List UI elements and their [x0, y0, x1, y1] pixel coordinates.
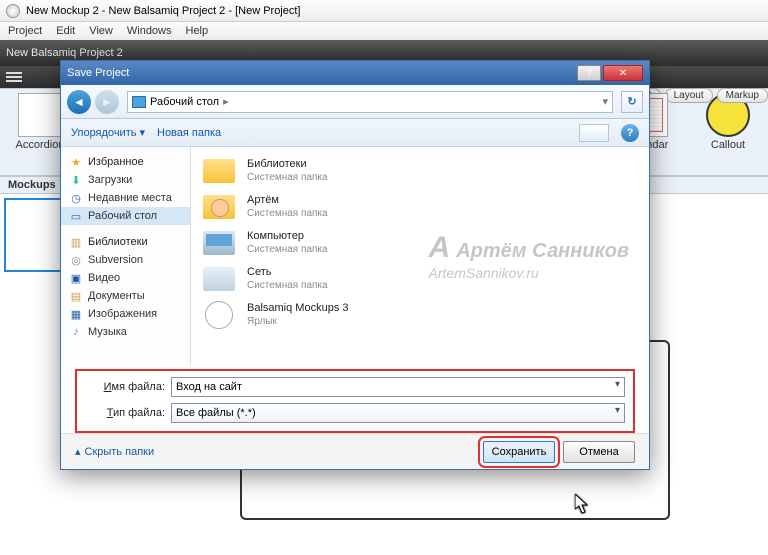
gallery-accordion-label: Accordion [16, 139, 65, 151]
menu-view[interactable]: View [89, 25, 113, 37]
breadcrumb[interactable]: Рабочий стол ▸ ▾ [127, 91, 613, 113]
file-item-computer[interactable]: КомпьютерСистемная папка [201, 225, 639, 261]
refresh-button[interactable]: ↻ [621, 91, 643, 113]
dialog-navbar: ◄ ► Рабочий стол ▸ ▾ ↻ [61, 85, 649, 119]
menu-edit[interactable]: Edit [56, 25, 75, 37]
filetype-label: Тип файла: [85, 407, 165, 419]
sidebar-item-desktop[interactable]: ▭Рабочий стол [61, 207, 190, 225]
library-icon: ▥ [69, 235, 83, 249]
menu-help[interactable]: Help [186, 25, 209, 37]
menu-project[interactable]: Project [8, 25, 42, 37]
app-titlebar: New Mockup 2 - New Balsamiq Project 2 - … [0, 0, 768, 22]
shortcut-icon [205, 301, 233, 329]
file-list[interactable]: БиблиотекиСистемная папка АртёмСистемная… [191, 147, 649, 365]
images-icon: ▦ [69, 307, 83, 321]
sidebar-libraries[interactable]: ▥Библиотеки [61, 233, 190, 251]
recent-icon: ◷ [69, 191, 83, 205]
music-icon: ♪ [69, 325, 83, 339]
save-dialog: Save Project ? ✕ ◄ ► Рабочий стол ▸ ▾ ↻ … [60, 60, 650, 470]
sidebar-item-recent[interactable]: ◷Недавние места [61, 189, 190, 207]
documents-icon: ▤ [69, 289, 83, 303]
chevron-down-icon: ▾ [139, 126, 145, 139]
sidebar: ★Избранное ⬇Загрузки ◷Недавние места ▭Ра… [61, 147, 191, 365]
ribbon-layout[interactable]: Layout [665, 88, 713, 103]
desktop-icon [132, 96, 146, 108]
filename-input[interactable] [171, 377, 625, 397]
new-folder-button[interactable]: Новая папка [157, 127, 221, 139]
cancel-button[interactable]: Отмена [563, 441, 635, 463]
close-button[interactable]: ✕ [603, 65, 643, 81]
dialog-title: Save Project [67, 67, 129, 79]
folder-icon [203, 159, 235, 183]
video-icon: ▣ [69, 271, 83, 285]
download-icon: ⬇ [69, 173, 83, 187]
hamburger-icon[interactable] [6, 72, 22, 82]
dialog-toolbar: Упорядочить ▾ Новая папка ? [61, 119, 649, 147]
sidebar-item-documents[interactable]: ▤Документы [61, 287, 190, 305]
computer-icon [203, 231, 235, 255]
dialog-footer: ▴Скрыть папки Сохранить Отмена [61, 433, 649, 469]
file-item-libraries[interactable]: БиблиотекиСистемная папка [201, 153, 639, 189]
desktop-icon: ▭ [69, 209, 83, 223]
breadcrumb-desktop[interactable]: Рабочий стол [150, 96, 219, 108]
accordion-icon [18, 93, 62, 137]
gallery-callout[interactable]: Callout [694, 93, 762, 175]
view-options-button[interactable] [579, 124, 609, 142]
subversion-icon: ◎ [69, 253, 83, 267]
sidebar-favorites[interactable]: ★Избранное [61, 153, 190, 171]
app-title: New Mockup 2 - New Balsamiq Project 2 - … [26, 5, 300, 17]
filetype-combo[interactable] [171, 403, 625, 423]
gallery-callout-label: Callout [711, 139, 745, 151]
file-fields: Имя файла: Тип файла: [75, 369, 635, 433]
sidebar-item-downloads[interactable]: ⬇Загрузки [61, 171, 190, 189]
save-button[interactable]: Сохранить [483, 441, 555, 463]
sidebar-item-images[interactable]: ▦Изображения [61, 305, 190, 323]
project-tab[interactable]: New Balsamiq Project 2 [6, 47, 123, 59]
file-item-network[interactable]: СетьСистемная папка [201, 261, 639, 297]
chevron-right-icon[interactable]: ▸ [223, 95, 229, 108]
file-item-user[interactable]: АртёмСистемная папка [201, 189, 639, 225]
organize-menu[interactable]: Упорядочить ▾ [71, 126, 145, 139]
help-icon[interactable]: ? [621, 124, 639, 142]
ribbon-markup[interactable]: Markup [717, 88, 768, 103]
app-icon [6, 4, 20, 18]
star-icon: ★ [69, 155, 83, 169]
sidebar-item-music[interactable]: ♪Музыка [61, 323, 190, 341]
help-button[interactable]: ? [577, 65, 601, 81]
user-folder-icon [203, 195, 235, 219]
app-menubar[interactable]: Project Edit View Windows Help [0, 22, 768, 40]
chevron-down-icon[interactable]: ▾ [602, 95, 608, 108]
dialog-titlebar[interactable]: Save Project ? ✕ [61, 61, 649, 85]
hide-folders-link[interactable]: ▴Скрыть папки [75, 445, 154, 458]
nav-forward-icon: ► [95, 90, 119, 114]
sidebar-item-subversion[interactable]: ◎Subversion [61, 251, 190, 269]
file-item-balsamiq[interactable]: Balsamiq Mockups 3Ярлык [201, 297, 639, 333]
sidebar-item-video[interactable]: ▣Видео [61, 269, 190, 287]
chevron-up-icon: ▴ [75, 445, 81, 458]
mockup-thumb[interactable] [4, 198, 64, 272]
window-controls: ? ✕ [577, 65, 643, 81]
nav-back-icon[interactable]: ◄ [67, 90, 91, 114]
network-icon [203, 267, 235, 291]
menu-windows[interactable]: Windows [127, 25, 172, 37]
filename-label: Имя файла: [85, 381, 165, 393]
